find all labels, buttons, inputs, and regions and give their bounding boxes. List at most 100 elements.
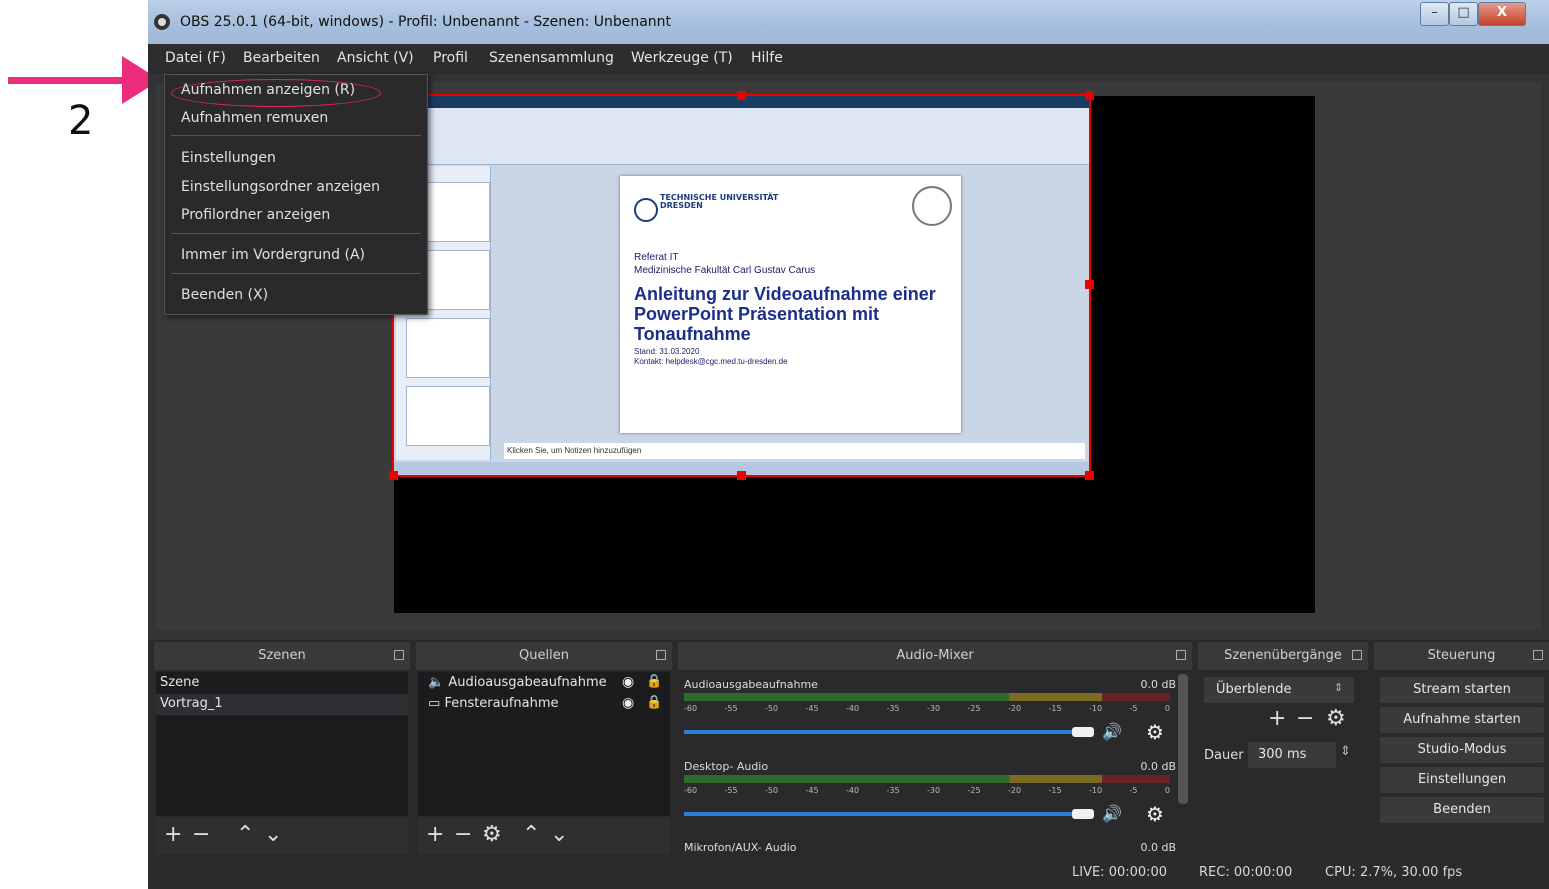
resize-handle[interactable]	[737, 471, 746, 480]
resize-handle[interactable]	[1085, 471, 1094, 480]
mixer-channel-db: 0.0 dB	[1140, 678, 1176, 691]
add-transition-icon[interactable]: +	[1268, 706, 1286, 731]
settings-button[interactable]: Einstellungen	[1380, 767, 1544, 793]
eye-icon[interactable]: ◉	[622, 674, 634, 690]
title-bar: OBS 25.0.1 (64-bit, windows) - Profil: U…	[148, 0, 1549, 44]
menu-datei[interactable]: Datei (F)	[165, 50, 226, 66]
menu-item-einstellungsordner[interactable]: Einstellungsordner anzeigen	[181, 179, 380, 195]
source-selection-box[interactable]	[389, 91, 1094, 480]
scene-item[interactable]: Vortrag_1	[160, 696, 223, 711]
mixer-channel-db: 0.0 dB	[1140, 841, 1176, 854]
remove-transition-icon[interactable]: −	[1296, 706, 1314, 731]
cpu-status: CPU: 2.7%, 30.00 fps	[1325, 865, 1463, 880]
sources-list: 🔈 Audioausgabeaufnahme ▭ Fensteraufnahme…	[418, 672, 670, 816]
move-up-icon[interactable]: ⌃	[236, 822, 254, 847]
lock-icon[interactable]: 🔒	[646, 674, 662, 689]
mixer-channel-name: Audioausgabeaufnahme	[684, 678, 818, 691]
gear-icon[interactable]: ⚙	[1326, 706, 1346, 731]
audio-mixer-dock: Audio-Mixer Audioausgabeaufnahme 0.0 dB …	[678, 640, 1192, 856]
remove-scene-icon[interactable]: −	[192, 822, 210, 847]
volume-slider-handle[interactable]	[1072, 727, 1094, 737]
dock-float-icon[interactable]	[394, 650, 404, 660]
menu-bearbeiten[interactable]: Bearbeiten	[243, 50, 320, 66]
live-status: LIVE: 00:00:00	[1072, 865, 1168, 880]
add-scene-icon[interactable]: +	[164, 822, 182, 847]
menu-item-einstellungen[interactable]: Einstellungen	[181, 150, 276, 166]
menu-profil[interactable]: Profil	[433, 50, 468, 66]
resize-handle[interactable]	[737, 91, 746, 100]
dock-float-icon[interactable]	[656, 650, 666, 660]
duration-label: Dauer	[1204, 748, 1244, 763]
maximize-button[interactable]: □	[1449, 2, 1478, 26]
sources-toolbar: + − ⚙ ⌃ ⌄	[418, 818, 670, 854]
duration-input[interactable]: 300 ms	[1248, 742, 1336, 768]
resize-handle[interactable]	[1085, 91, 1094, 100]
sources-dock: Quellen 🔈 Audioausgabeaufnahme ▭ Fenster…	[416, 640, 672, 856]
transition-select[interactable]: Überblende ⇕	[1204, 677, 1354, 703]
source-label: Audioausgabeaufnahme	[448, 675, 607, 690]
move-down-icon[interactable]: ⌄	[264, 822, 282, 847]
eye-icon[interactable]: ◉	[622, 695, 634, 711]
resize-handle[interactable]	[1085, 280, 1094, 289]
window-title: OBS 25.0.1 (64-bit, windows) - Profil: U…	[180, 14, 672, 30]
file-menu-dropdown: Aufnahmen anzeigen (R) Aufnahmen remuxen…	[164, 74, 428, 315]
move-down-icon[interactable]: ⌄	[550, 822, 568, 847]
obs-window: OBS 25.0.1 (64-bit, windows) - Profil: U…	[148, 0, 1549, 889]
menu-item-beenden[interactable]: Beenden (X)	[181, 287, 268, 303]
add-source-icon[interactable]: +	[426, 822, 444, 847]
menu-werkzeuge[interactable]: Werkzeuge (T)	[631, 50, 733, 66]
speaker-icon[interactable]: 🔊	[1102, 804, 1122, 823]
volume-slider[interactable]	[684, 730, 1074, 734]
mixer-channel-name: Mikrofon/AUX- Audio	[684, 841, 797, 854]
resize-handle[interactable]	[389, 471, 398, 480]
mixer-scrollbar[interactable]	[1178, 674, 1188, 804]
record-start-button[interactable]: Aufnahme starten	[1380, 707, 1544, 733]
volume-slider-handle[interactable]	[1072, 809, 1094, 819]
menu-hilfe[interactable]: Hilfe	[751, 50, 783, 66]
volume-slider[interactable]	[684, 812, 1074, 816]
menu-item-immer-im-vordergrund[interactable]: Immer im Vordergrund (A)	[181, 247, 365, 263]
dock-float-icon[interactable]	[1352, 650, 1362, 660]
meter-scale: -60 -55 -50 -45 -40 -35 -30 -25 -20 -15 -10 -5 0	[684, 704, 1170, 713]
scenes-dock: Szenen Szene Vortrag_1 + − ⌃ ⌄	[154, 640, 410, 856]
scene-item[interactable]: Szene	[160, 675, 199, 690]
gear-icon[interactable]: ⚙	[1146, 720, 1164, 744]
minimize-button[interactable]: –	[1420, 2, 1449, 26]
menu-item-aufnahmen-anzeigen[interactable]: Aufnahmen anzeigen (R)	[181, 82, 355, 98]
menu-ansicht[interactable]: Ansicht (V)	[337, 50, 414, 66]
spinner-icon[interactable]: ⇕	[1340, 744, 1351, 759]
studio-mode-button[interactable]: Studio-Modus	[1380, 737, 1544, 763]
lock-icon[interactable]: 🔒	[646, 695, 662, 710]
source-item[interactable]: ▭ Fensteraufnahme	[428, 696, 559, 711]
move-up-icon[interactable]: ⌃	[522, 822, 540, 847]
menu-separator	[171, 273, 421, 274]
scenes-list: Szene Vortrag_1	[156, 672, 408, 816]
scenes-title: Szenen	[154, 642, 410, 670]
mixer-channel-name: Desktop- Audio	[684, 760, 769, 773]
source-item[interactable]: 🔈 Audioausgabeaufnahme	[428, 675, 607, 690]
dock-float-icon[interactable]	[1533, 650, 1543, 660]
annotation-step-number: 2	[68, 98, 94, 144]
exit-button[interactable]: Beenden	[1380, 797, 1544, 823]
menu-item-aufnahmen-remuxen[interactable]: Aufnahmen remuxen	[181, 110, 328, 126]
menu-item-profilordner[interactable]: Profilordner anzeigen	[181, 207, 330, 223]
remove-source-icon[interactable]: −	[454, 822, 472, 847]
menu-szenensammlung[interactable]: Szenensammlung	[489, 50, 614, 66]
controls-dock: Steuerung Stream starten Aufnahme starte…	[1374, 640, 1549, 856]
menu-separator	[171, 135, 421, 136]
chevron-updown-icon: ⇕	[1334, 681, 1344, 694]
gear-icon[interactable]: ⚙	[1146, 802, 1164, 826]
duration-value: 300 ms	[1258, 747, 1307, 762]
speaker-icon[interactable]: 🔊	[1102, 722, 1122, 741]
stream-start-button[interactable]: Stream starten	[1380, 677, 1544, 703]
gear-icon[interactable]: ⚙	[482, 822, 502, 847]
dock-float-icon[interactable]	[1176, 650, 1186, 660]
volume-meter	[684, 775, 1170, 783]
controls-title: Steuerung	[1374, 642, 1549, 670]
transitions-dock: Szenenübergänge Überblende ⇕ + − ⚙ Dauer…	[1198, 640, 1368, 856]
menu-bar: Datei (F) Bearbeiten Ansicht (V) Profil …	[148, 44, 1549, 74]
close-button[interactable]: X	[1478, 2, 1526, 26]
rec-status: REC: 00:00:00	[1199, 865, 1293, 880]
source-label: Fensteraufnahme	[444, 696, 559, 711]
transitions-title: Szenenübergänge	[1198, 642, 1368, 670]
